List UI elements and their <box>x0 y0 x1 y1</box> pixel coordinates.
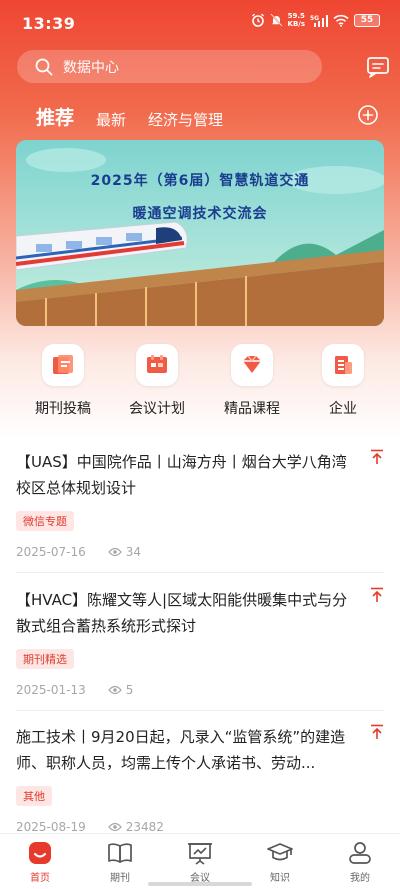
battery-indicator: 55 <box>354 13 380 27</box>
bottom-navigation: 首页 期刊 会议 知识 我的 <box>0 833 400 889</box>
tab-latest[interactable]: 最新 <box>96 109 126 130</box>
pin-top-icon <box>371 449 383 464</box>
quick-entry-label: 会议计划 <box>129 401 185 417</box>
status-time: 13:39 <box>22 14 76 33</box>
search-placeholder: 数据中心 <box>63 59 119 76</box>
banner-title-line2: 暖通空调技术交流会 <box>132 206 268 222</box>
mute-bell-icon <box>269 13 283 27</box>
eye-icon <box>107 685 122 695</box>
banner-title-line1: 2025年（第6届）智慧轨道交通 <box>90 173 310 189</box>
quick-entry-label: 期刊投稿 <box>35 401 91 417</box>
presentation-icon <box>188 843 212 865</box>
svg-text:5G: 5G <box>310 15 319 22</box>
article-meta: 2025-01-13 5 <box>16 683 384 697</box>
network-speed: 59.5 KB/s <box>287 12 305 28</box>
tab-recommend[interactable]: 推荐 <box>36 103 74 130</box>
nav-mine[interactable]: 我的 <box>320 834 400 889</box>
article-date: 2025-01-13 <box>16 683 86 697</box>
article-item[interactable]: 施工技术丨9月20日起，凡录入“监管系统”的建造师、职称人员，均需上传个人承诺书… <box>16 724 384 834</box>
article-meta: 2025-07-16 34 <box>16 545 384 559</box>
graduation-cap-icon <box>267 843 293 861</box>
category-tabs: 推荐 最新 经济与管理 <box>36 100 245 130</box>
article-tag: 期刊精选 <box>16 649 74 669</box>
book-icon <box>108 843 132 863</box>
status-bar: 13:39 59.5 KB/s 5G 55 <box>0 0 400 48</box>
home-indicator <box>148 882 252 886</box>
article-views: 23482 <box>125 820 164 834</box>
pin-top-icon <box>371 587 383 602</box>
add-category-icon[interactable] <box>357 104 379 126</box>
nav-meeting[interactable]: 会议 <box>160 834 240 889</box>
article-item[interactable]: 【HVAC】陈耀文等人|区域太阳能供暖集中式与分散式组合蓄热系统形式探讨 期刊精… <box>16 587 384 697</box>
meeting-icon <box>147 355 167 373</box>
nav-journal[interactable]: 期刊 <box>80 834 160 889</box>
search-input[interactable]: 数据中心 <box>17 50 322 83</box>
nav-label: 我的 <box>350 873 370 884</box>
alarm-icon <box>251 13 264 27</box>
nav-label: 首页 <box>30 873 50 884</box>
article-date: 2025-07-16 <box>16 545 86 559</box>
journal-icon <box>53 355 73 374</box>
conference-banner[interactable]: 2025年（第6届）智慧轨道交通 暖通空调技术交流会 <box>16 140 384 326</box>
quick-entry-journal[interactable]: 期刊投稿 <box>23 344 103 418</box>
article-tag: 微信专题 <box>16 511 74 531</box>
nav-home[interactable]: 首页 <box>0 834 80 889</box>
status-icons: 59.5 KB/s 5G 55 <box>251 12 380 28</box>
article-title: 【HVAC】陈耀文等人|区域太阳能供暖集中式与分散式组合蓄热系统形式探讨 <box>16 591 348 635</box>
eye-icon <box>107 547 122 557</box>
divider <box>16 710 384 711</box>
enterprise-icon <box>335 356 352 374</box>
banner-illustration <box>16 148 384 326</box>
article-tag: 其他 <box>16 786 52 806</box>
article-title: 【UAS】中国院作品丨山海方舟丨烟台大学八角湾校区总体规划设计 <box>16 453 347 497</box>
quick-entry-label: 精品课程 <box>224 401 280 417</box>
search-icon <box>35 58 53 75</box>
signal-icon: 5G <box>310 14 328 27</box>
quick-entry-course[interactable]: 精品课程 <box>212 344 292 418</box>
article-meta: 2025-08-19 23482 <box>16 820 384 834</box>
article-item[interactable]: 【UAS】中国院作品丨山海方舟丨烟台大学八角湾校区总体规划设计 微信专题 202… <box>16 449 384 559</box>
course-icon <box>243 355 261 373</box>
article-views: 5 <box>125 683 134 697</box>
quick-entry-label: 企业 <box>329 401 357 417</box>
divider <box>16 572 384 573</box>
article-title: 施工技术丨9月20日起，凡录入“监管系统”的建造师、职称人员，均需上传个人承诺书… <box>16 728 346 772</box>
article-date: 2025-08-19 <box>16 820 86 834</box>
pin-top-icon <box>371 724 383 739</box>
nav-knowledge[interactable]: 知识 <box>240 834 320 889</box>
article-views: 34 <box>125 545 142 559</box>
message-icon[interactable] <box>366 56 390 78</box>
tab-economics-management[interactable]: 经济与管理 <box>148 109 223 130</box>
home-icon <box>29 842 51 864</box>
user-icon <box>349 842 371 864</box>
wifi-icon <box>333 14 349 27</box>
quick-entry-meeting[interactable]: 会议计划 <box>117 344 197 418</box>
quick-entry-enterprise[interactable]: 企业 <box>303 344 383 418</box>
nav-label: 知识 <box>270 873 290 884</box>
eye-icon <box>107 822 122 832</box>
